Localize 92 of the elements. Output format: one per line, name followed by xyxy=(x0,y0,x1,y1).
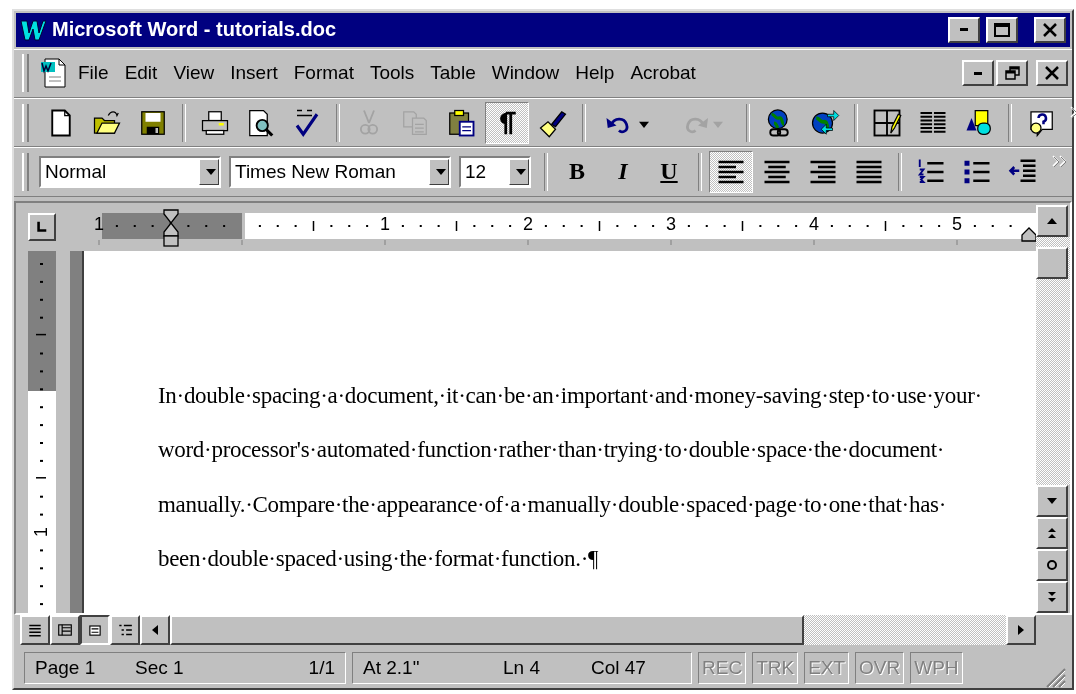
next-page-button[interactable] xyxy=(1036,580,1068,613)
status-field: 1/1 xyxy=(255,657,335,680)
previous-page-button[interactable] xyxy=(1036,516,1068,549)
ruler-number: 3 xyxy=(666,214,676,233)
minimize-document-button[interactable] xyxy=(962,60,994,87)
ruler-number: 1 xyxy=(380,214,390,233)
font-combo-box[interactable]: Times New Roman xyxy=(229,155,451,188)
scroll-thumb[interactable] xyxy=(1036,246,1068,279)
document-icon xyxy=(39,57,69,90)
shapes-icon xyxy=(964,107,994,138)
italic-button[interactable]: I xyxy=(601,150,645,193)
toolbar-button[interactable] xyxy=(709,150,753,193)
status-indicator: TRK xyxy=(752,652,799,685)
scroll-thumb[interactable] xyxy=(170,614,804,645)
ruler-number: 2 xyxy=(523,214,533,233)
status-field: Col 47 xyxy=(591,657,681,680)
scroll-right-button[interactable] xyxy=(1006,614,1036,645)
menu-item[interactable]: Insert xyxy=(223,58,285,89)
toolbar-button[interactable] xyxy=(485,101,529,144)
left-tab-icon xyxy=(36,219,48,234)
table-pencil-icon xyxy=(872,107,902,138)
scroll-left-icon xyxy=(152,624,158,635)
scroll-right-icon xyxy=(1018,624,1024,635)
status-indicator: EXT xyxy=(804,652,850,685)
magnified-page-icon xyxy=(246,107,276,138)
ruler-number: 1 xyxy=(32,526,50,537)
window-title: Microsoft Word - tutorials.doc xyxy=(52,18,338,42)
normal-view-button[interactable] xyxy=(20,614,50,645)
clipboard-icon xyxy=(446,107,476,138)
ruler-number: 5 xyxy=(952,214,962,233)
globe-with-arrows-icon xyxy=(810,107,840,138)
scroll-up-button[interactable] xyxy=(1036,204,1068,237)
status-indicator: OVR xyxy=(855,652,905,685)
select-browse-object-button[interactable] xyxy=(1036,548,1068,581)
paragraph-line: been·double·spaced·using·the·format·function.·¶ xyxy=(158,546,600,574)
status-field: Ln 4 xyxy=(503,657,591,680)
word-logo-icon xyxy=(20,17,46,42)
menu-item[interactable]: View xyxy=(166,58,222,89)
paragraph-line: In·double·spacing·a·document,·it·can·be·an·important·and·money-saving·step·to·use·your· xyxy=(158,382,983,410)
scroll-down-button[interactable] xyxy=(1036,484,1068,517)
toolbar-grip[interactable] xyxy=(22,103,29,142)
menu-item[interactable]: Edit xyxy=(117,58,165,89)
dropdown-arrow-icon xyxy=(516,168,526,175)
maximize-button[interactable] xyxy=(986,16,1018,43)
status-field: At 2.1" xyxy=(363,657,503,680)
scroll-down-icon xyxy=(1047,497,1057,504)
web-layout-view-button[interactable] xyxy=(50,614,80,645)
outline-view-button[interactable] xyxy=(110,614,140,645)
close-icon xyxy=(1043,22,1057,37)
menu-item[interactable]: Tools xyxy=(362,58,422,89)
ruler-number: 4 xyxy=(809,214,819,233)
dropdown-arrow-icon xyxy=(206,168,216,175)
paragraph-line: manually.·Compare·the·appearance·of·a·manually·double·spaced·page·to·one·that·has· xyxy=(158,491,948,519)
status-indicator: REC xyxy=(698,652,747,685)
font-size-combo-box[interactable]: 12 xyxy=(459,155,531,188)
menu-item[interactable]: Window xyxy=(484,58,567,89)
close-document-button[interactable] xyxy=(1036,60,1068,87)
previous-page-icon xyxy=(1048,527,1056,538)
dropdown-arrow-icon xyxy=(436,168,446,175)
minimize-icon xyxy=(974,71,982,75)
close-button[interactable] xyxy=(1034,16,1066,43)
indent-marker-icon xyxy=(162,208,180,247)
menu-item[interactable]: Help xyxy=(568,58,622,89)
restore-document-button[interactable] xyxy=(996,60,1028,87)
minimize-icon xyxy=(960,28,968,32)
ruler-number: 1 xyxy=(94,214,104,233)
paragraph-line: word·processor's·automated·function·rather·than·trying·to·double·space·the·document· xyxy=(158,437,946,465)
bold-button[interactable]: B xyxy=(555,150,599,193)
menu-item[interactable]: Format xyxy=(286,58,361,89)
toolbar-grip[interactable] xyxy=(22,54,29,93)
status-indicator: WPH xyxy=(910,652,963,685)
right-indent-marker-icon xyxy=(1020,225,1036,242)
menu-item[interactable]: Acrobat xyxy=(623,58,703,89)
tab-selector-button[interactable] xyxy=(28,212,56,241)
menu-item[interactable]: File xyxy=(71,58,116,89)
print-layout-view-button[interactable] xyxy=(80,614,110,645)
menu-item[interactable]: Table xyxy=(423,58,483,89)
web-layout-view-icon xyxy=(57,621,73,638)
scroll-left-button[interactable] xyxy=(140,614,170,645)
toolbar-grip[interactable] xyxy=(22,152,29,191)
scroll-up-icon xyxy=(1047,217,1057,224)
minimize-button[interactable] xyxy=(948,16,980,43)
status-field: Page 1 xyxy=(35,657,135,680)
next-page-icon xyxy=(1048,591,1056,602)
status-field: Sec 1 xyxy=(135,657,255,680)
style-combo-box[interactable]: Normal xyxy=(39,155,221,188)
restore-icon xyxy=(1004,66,1020,81)
close-icon xyxy=(1045,66,1059,81)
underline-button[interactable]: U xyxy=(647,150,691,193)
maximize-icon xyxy=(994,22,1010,37)
select-browse-object-icon xyxy=(1047,559,1057,570)
resize-grip-icon xyxy=(1044,666,1066,688)
